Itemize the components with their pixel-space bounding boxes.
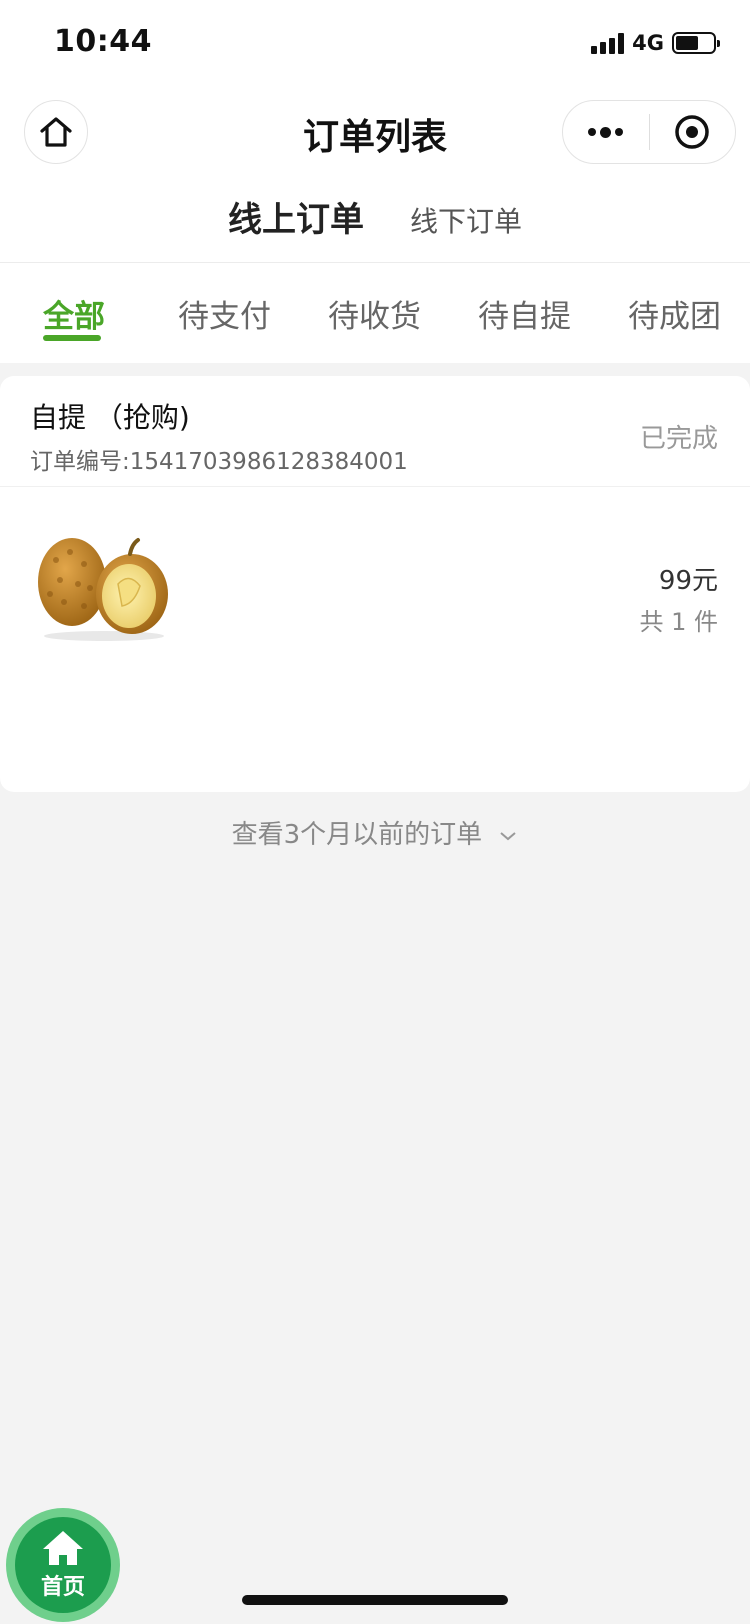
floating-home-button[interactable]: 首页 — [6, 1508, 120, 1622]
close-program-button[interactable] — [650, 101, 736, 163]
status-tabs: 全部 待支付 待收货 待自提 待成团 — [0, 263, 750, 363]
more-button[interactable] — [563, 101, 649, 163]
status-indicators: 4G — [591, 30, 720, 56]
target-icon — [675, 115, 709, 149]
status-time: 10:44 — [54, 24, 152, 59]
tab-pending-pickup[interactable]: 待自提 — [478, 291, 571, 336]
order-number: 订单编号:1541703986128384001 — [30, 449, 408, 475]
tab-online-orders[interactable]: 线上订单 — [228, 192, 364, 241]
floating-home-label: 首页 — [40, 1575, 85, 1600]
order-price: 99元 — [658, 566, 718, 596]
floating-home-inner: 首页 — [15, 1517, 111, 1613]
tab-pending-receipt[interactable]: 待收货 — [328, 291, 421, 336]
product-image[interactable] — [34, 524, 172, 644]
mini-program-capsule — [562, 100, 736, 164]
tab-all[interactable]: 全部 — [43, 291, 105, 336]
home-button[interactable] — [24, 100, 88, 164]
more-icon — [588, 126, 624, 138]
older-orders-label: 查看3个月以前的订单 — [231, 820, 483, 850]
tab-offline-orders[interactable]: 线下订单 — [410, 200, 522, 240]
active-tab-indicator — [43, 335, 101, 341]
card-divider — [0, 486, 750, 487]
chevron-down-icon — [500, 831, 517, 840]
order-type: 自提 （抢购) — [30, 401, 190, 434]
view-older-orders-link[interactable]: 查看3个月以前的订单 — [0, 814, 750, 851]
order-quantity: 共 1 件 — [639, 608, 718, 636]
home-icon — [40, 117, 72, 147]
tab-pending-group[interactable]: 待成团 — [628, 291, 721, 336]
network-label: 4G — [632, 31, 664, 55]
order-card[interactable]: 自提 （抢购) 订单编号:1541703986128384001 已完成 99元… — [0, 376, 750, 792]
order-source-tabs: 线上订单 线下订单 — [0, 192, 750, 241]
signal-icon — [591, 32, 625, 54]
home-icon — [43, 1531, 83, 1565]
home-indicator — [242, 1595, 508, 1605]
tab-pending-payment[interactable]: 待支付 — [178, 291, 271, 336]
battery-icon — [672, 32, 720, 54]
order-status: 已完成 — [639, 424, 718, 454]
